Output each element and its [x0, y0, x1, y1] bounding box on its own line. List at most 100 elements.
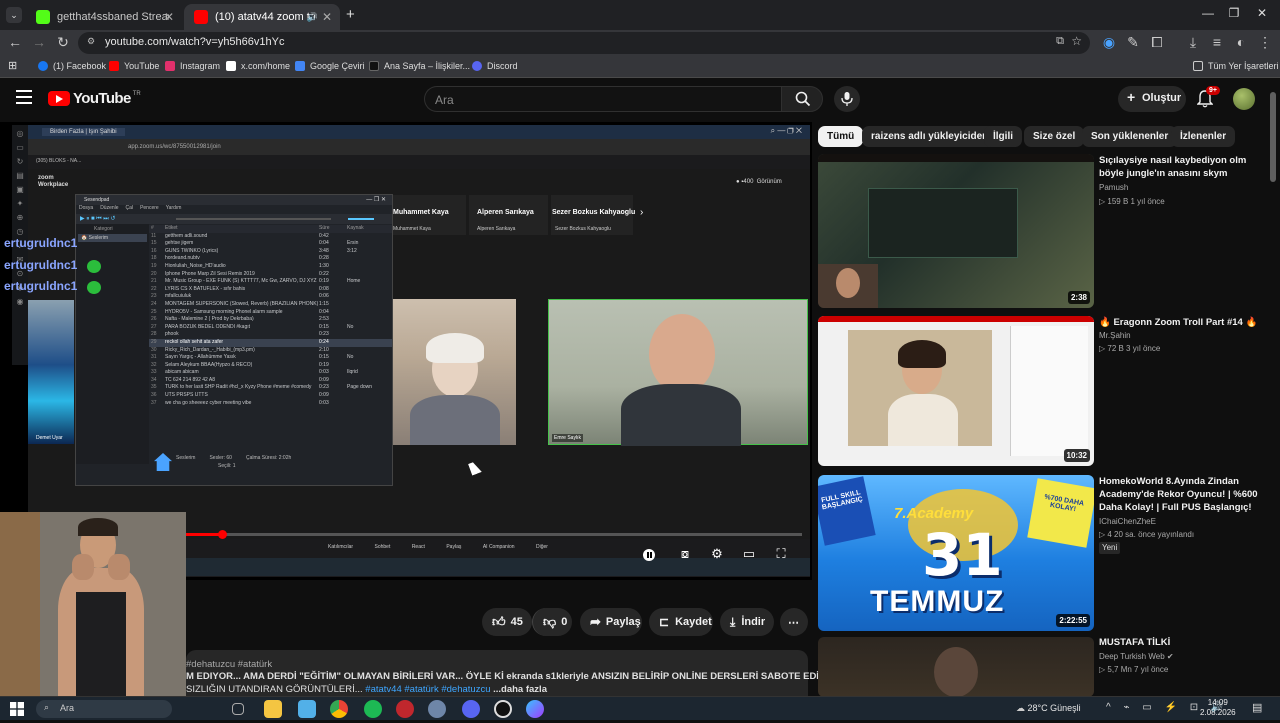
file-explorer-icon[interactable]: [264, 700, 282, 718]
tab-search-button[interactable]: ⌄: [6, 7, 22, 23]
recommendation-channel[interactable]: Pamush: [1099, 182, 1269, 194]
profile-avatar-icon[interactable]: ◐: [1232, 34, 1250, 50]
all-bookmarks[interactable]: Tüm Yer İşaretleri: [1193, 61, 1279, 71]
recommendation-thumbnail[interactable]: [818, 637, 1094, 697]
download-icon[interactable]: ⤓: [1184, 34, 1202, 51]
weather-widget[interactable]: ☁ 28°C Güneşli: [1016, 703, 1081, 714]
chip-for-you[interactable]: Size özel: [1024, 126, 1085, 147]
extension-icon[interactable]: ◉: [1100, 34, 1118, 51]
settings-app-icon[interactable]: [428, 700, 446, 718]
like-button[interactable]: 👍︎ 45: [482, 608, 532, 636]
account-avatar[interactable]: [1233, 88, 1255, 110]
recommendation-thumbnail[interactable]: 10:32: [818, 316, 1094, 466]
recommendation-thumbnail[interactable]: 2:38: [818, 154, 1094, 308]
bookmark-facebook[interactable]: (1) Facebook: [38, 61, 106, 71]
chip-from-uploader[interactable]: raizens adlı yükleyiciden: [862, 126, 998, 147]
pause-icon[interactable]: [640, 546, 658, 564]
zoom-ai: AI Companion: [482, 544, 515, 550]
tab-close-icon[interactable]: ✕: [322, 10, 332, 24]
recommendation-title[interactable]: MUSTAFA TİLKİ: [1099, 636, 1269, 649]
install-app-icon[interactable]: ⧉: [1056, 35, 1064, 48]
search-icon: ⌕: [44, 702, 50, 712]
obs-icon[interactable]: [494, 700, 512, 718]
settings-gear-icon[interactable]: ⚙: [708, 546, 726, 564]
back-icon[interactable]: ←: [6, 34, 24, 50]
create-button[interactable]: + Oluştur: [1118, 86, 1186, 112]
video-description[interactable]: #dehatuzcu #atatürk M EDIYOR... AMA DERD…: [186, 650, 867, 696]
video-progress-bar[interactable]: [186, 530, 802, 539]
bookmark-ana-sayfa[interactable]: Ana Sayfa – İlişkiler...: [369, 61, 470, 71]
theater-mode-icon[interactable]: ▭: [740, 546, 758, 564]
speaker-icon[interactable]: 🔊: [307, 12, 318, 23]
tab-youtube-video[interactable]: (10) atatv44 zoom troll - Yo 🔊 ✕: [184, 4, 340, 30]
hamburger-menu-icon[interactable]: [16, 90, 32, 104]
bookmark-star-icon[interactable]: ☆: [1071, 34, 1082, 48]
chip-all[interactable]: Tümü: [818, 126, 864, 147]
app-icon[interactable]: [396, 700, 414, 718]
dislike-button[interactable]: 👎︎ 0: [532, 608, 572, 636]
forward-icon[interactable]: →: [30, 34, 48, 50]
task-view-icon[interactable]: [232, 703, 244, 715]
bookmark-google-translate[interactable]: Google Çeviri: [295, 61, 365, 71]
bookmark-x[interactable]: x.com/home: [226, 61, 290, 71]
clock[interactable]: 14:09 2.08.2026: [1200, 698, 1236, 718]
youtube-logo[interactable]: YouTube TR: [48, 90, 141, 107]
more-menu-icon[interactable]: ⋮: [1256, 34, 1274, 51]
notifications-button[interactable]: 9+: [1196, 86, 1220, 110]
bookmark-label: Ana Sayfa – İlişkiler...: [384, 61, 471, 71]
snipping-tool-icon[interactable]: [298, 700, 316, 718]
search-button[interactable]: [781, 86, 823, 112]
search-input[interactable]: Ara: [424, 86, 781, 112]
zoom-react: React: [411, 544, 425, 550]
search-icon: [795, 91, 811, 107]
share-button[interactable]: ➦ Paylaş: [580, 608, 642, 636]
fullscreen-icon[interactable]: ⛶: [772, 546, 790, 564]
download-button[interactable]: ⤓ İndir: [720, 608, 774, 636]
address-bar[interactable]: ⚙ youtube.com/watch?v=yh5h66v1hYc ⧉ ☆: [78, 32, 1090, 54]
extensions-puzzle-icon[interactable]: ⧠: [1148, 34, 1166, 51]
tab-kick-stream[interactable]: getthat4ssbaned Stream - Kick ✕: [26, 4, 182, 30]
notification-center-icon[interactable]: ▤: [1252, 701, 1262, 714]
recommendation-title[interactable]: 🔥 Eragonn Zoom Troll Part #14 🔥: [1099, 316, 1269, 329]
taskbar-search[interactable]: ⌕ Ara: [36, 700, 172, 718]
minimize-button[interactable]: —: [1198, 6, 1218, 20]
recommendation-thumbnail[interactable]: FULL SKILL BAŞLANGIÇ %700 DAHA KOLAY! 7.…: [818, 475, 1094, 631]
chrome-icon[interactable]: [330, 700, 348, 718]
site-info-icon[interactable]: ⚙: [87, 36, 95, 47]
participant-tile-top: Muhammet Kaya Muhammet Kaya: [387, 195, 466, 235]
description-hashtags[interactable]: #atatv44 #atatürk #dehatuzcu: [365, 684, 490, 695]
browser-tab-strip: ⌄ getthat4ssbaned Stream - Kick ✕ (10) a…: [0, 0, 1280, 30]
recommendation-title[interactable]: Sıçılaysiye nasıl kaybediyon olm böyle j…: [1099, 154, 1269, 180]
discord-taskbar-icon[interactable]: [462, 700, 480, 718]
spotify-icon[interactable]: [364, 700, 382, 718]
voice-search-button[interactable]: [834, 86, 860, 112]
subtitles-icon[interactable]: ⧇: [676, 546, 694, 564]
reading-list-icon[interactable]: ≡: [1208, 34, 1226, 50]
chip-watched[interactable]: İzlenenler: [1171, 126, 1236, 147]
bookmark-discord[interactable]: Discord: [472, 61, 518, 71]
window-close-button[interactable]: ✕: [1252, 6, 1272, 20]
recommendation-channel[interactable]: Deep Turkish Web ✔: [1099, 651, 1269, 663]
show-more-link[interactable]: ...daha fazla: [493, 684, 547, 695]
app-icon-2[interactable]: [526, 700, 544, 718]
chip-recent[interactable]: Son yüklenenler: [1082, 126, 1178, 147]
extension-2-icon[interactable]: ✎: [1124, 34, 1142, 51]
progress-scrubber[interactable]: [218, 530, 227, 539]
recommendation-channel[interactable]: IChaiChenZheE: [1099, 516, 1269, 528]
restore-button[interactable]: ❐: [1224, 6, 1244, 20]
save-button[interactable]: ⊏ Kaydet: [649, 608, 713, 636]
new-tab-button[interactable]: +: [346, 6, 355, 23]
music-track-row: 19 Hionluliah_Noise_HD'audio 1:30: [151, 262, 329, 269]
bookmark-instagram[interactable]: Instagram: [165, 61, 220, 71]
page-scrollbar[interactable]: [1270, 92, 1276, 182]
bookmark-youtube[interactable]: YouTube: [109, 61, 159, 71]
windows-start-icon[interactable]: [8, 700, 26, 718]
recorded-tab: Birden Fazla | Işın Şahibi: [42, 128, 125, 136]
recommendation-channel[interactable]: Mr.Şahin: [1099, 330, 1269, 342]
tab-close-icon[interactable]: ✕: [164, 10, 174, 24]
chip-related[interactable]: İlgili: [984, 126, 1022, 147]
reload-icon[interactable]: ↻: [54, 34, 72, 51]
more-actions-button[interactable]: ⋯: [780, 608, 808, 636]
recommendation-title[interactable]: HomekoWorld 8.Ayında Zindan Academy'de R…: [1099, 475, 1269, 514]
apps-grid-icon[interactable]: ⊞: [8, 59, 17, 72]
